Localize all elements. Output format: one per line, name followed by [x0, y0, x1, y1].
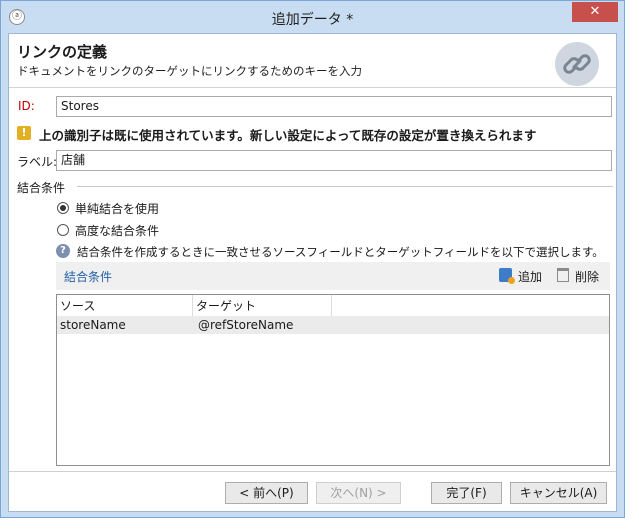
header-divider [9, 87, 616, 88]
dialog-content: リンクの定義 ドキュメントをリンクのターゲットにリンクするためのキーを入力 ID… [8, 33, 617, 512]
join-help-text: 結合条件を作成するときに一致させるソースフィールドとターゲットフィールドを以下で… [77, 245, 604, 259]
add-icon[interactable] [499, 268, 515, 284]
warning-icon: ! [17, 126, 31, 140]
column-header-source[interactable]: ソース [60, 297, 95, 314]
label-label: ラベル: [17, 155, 58, 169]
target-cell[interactable]: @refStoreName [198, 318, 293, 332]
page-title: リンクの定義 [17, 43, 108, 61]
label-field[interactable]: 店舗 [56, 150, 612, 171]
column-divider [331, 295, 332, 316]
advanced-join-radio[interactable] [57, 224, 69, 236]
join-group-line [77, 186, 613, 187]
simple-join-label[interactable]: 単純結合を使用 [75, 200, 159, 217]
back-button[interactable]: < 前へ(P) [225, 482, 308, 504]
join-condition-grid[interactable]: ソース ターゲット storeName @refStoreName [56, 294, 610, 466]
column-divider [192, 295, 193, 316]
grid-header: ソース ターゲット [57, 295, 609, 317]
finish-button[interactable]: 完了(F) [431, 482, 502, 504]
source-cell[interactable]: storeName [60, 318, 126, 332]
join-toolbar-title: 結合条件 [64, 270, 113, 284]
title-bar[interactable]: ⓐ 追加データ * ✕ [1, 1, 624, 33]
window-title: 追加データ * [271, 12, 354, 28]
add-button[interactable]: 追加 [518, 268, 542, 285]
simple-join-radio[interactable] [57, 202, 69, 214]
wizard-header: リンクの定義 ドキュメントをリンクのターゲットにリンクするためのキーを入力 [9, 34, 616, 87]
join-toolbar: 結合条件 追加 削除 [56, 262, 610, 290]
table-row[interactable]: storeName @refStoreName [57, 316, 609, 334]
cancel-button[interactable]: キャンセル(A) [510, 482, 607, 504]
page-subtitle: ドキュメントをリンクのターゲットにリンクするためのキーを入力 [17, 64, 362, 78]
link-icon [555, 42, 599, 86]
footer-divider [9, 471, 616, 472]
id-field[interactable]: Stores [56, 96, 612, 117]
warning-message: 上の識別子は既に使用されています。新しい設定によって既存の設定が置き換えられます [39, 128, 537, 143]
trash-icon[interactable] [557, 268, 569, 282]
next-button[interactable]: 次へ(N) > [316, 482, 401, 504]
id-label: ID: [18, 99, 35, 113]
join-group-label: 結合条件 [17, 181, 66, 195]
close-button[interactable]: ✕ [572, 2, 618, 22]
delete-button[interactable]: 削除 [575, 268, 599, 285]
dialog-window: ⓐ 追加データ * ✕ リンクの定義 ドキュメントをリンクのターゲットにリンクす… [0, 0, 625, 518]
help-icon: ? [56, 244, 70, 258]
column-header-target[interactable]: ターゲット [196, 297, 256, 314]
advanced-join-label[interactable]: 高度な結合条件 [75, 222, 159, 239]
